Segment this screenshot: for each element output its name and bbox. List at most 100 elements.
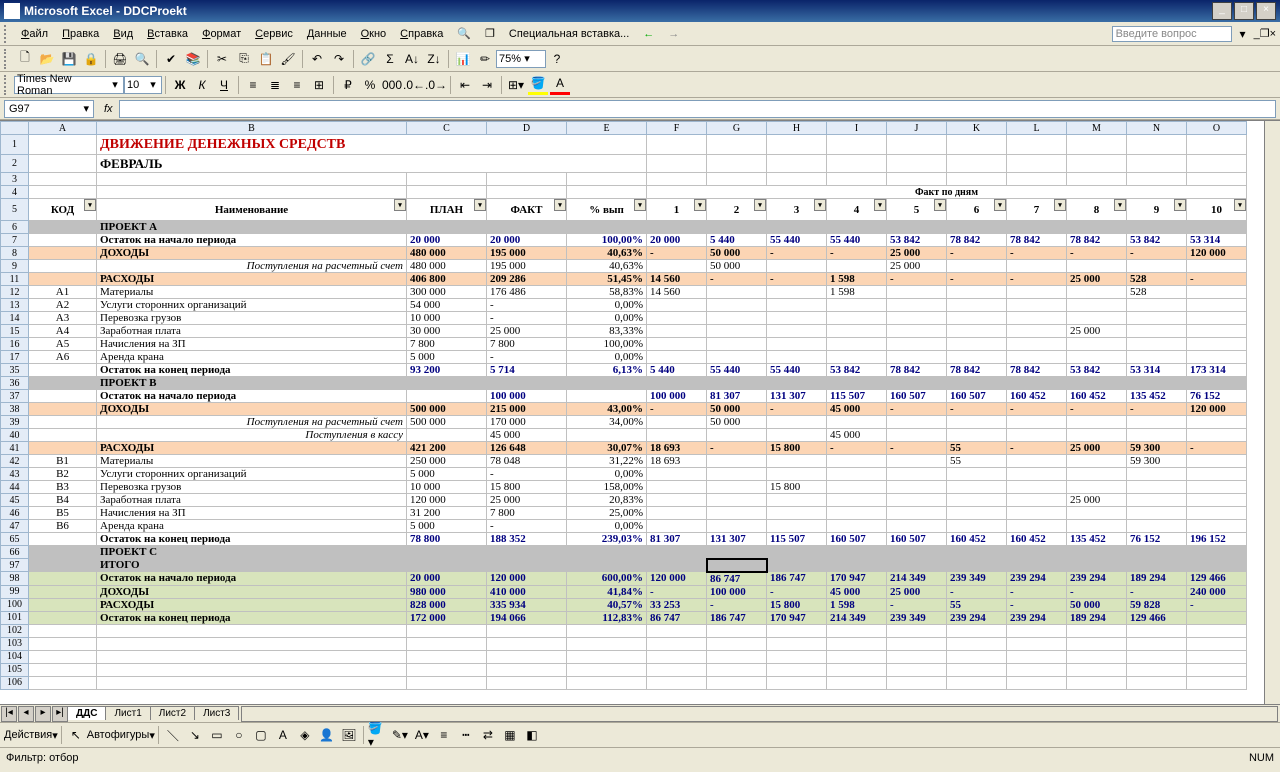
cell[interactable]: 81 307 [707, 390, 767, 403]
cell[interactable] [487, 663, 567, 676]
cell[interactable]: 239 349 [947, 572, 1007, 586]
filter-dropdown-icon[interactable]: ▾ [394, 199, 406, 211]
row-header[interactable]: 101 [1, 611, 29, 624]
cell[interactable]: 25 000 [1067, 494, 1127, 507]
filter-header-day[interactable]: 8▾ [1067, 199, 1127, 221]
cell[interactable] [647, 663, 707, 676]
cell[interactable] [29, 546, 97, 559]
cell[interactable] [707, 481, 767, 494]
cell[interactable]: 406 800 [407, 273, 487, 286]
cell[interactable]: А1 [29, 286, 97, 299]
cell[interactable] [767, 325, 827, 338]
menu-Формат[interactable]: Формат [195, 26, 248, 42]
cell[interactable]: 120 000 [487, 572, 567, 586]
sheet-tab-ДДС[interactable]: ДДС [67, 706, 106, 720]
dec-decimal-icon[interactable]: .0→ [426, 75, 446, 95]
cell[interactable]: 78 842 [1067, 234, 1127, 247]
cell[interactable] [1127, 546, 1187, 559]
cell[interactable] [707, 650, 767, 663]
row-header[interactable]: 41 [1, 442, 29, 455]
cell[interactable] [887, 520, 947, 533]
cell[interactable] [707, 325, 767, 338]
cell[interactable] [1127, 338, 1187, 351]
cell[interactable] [29, 598, 97, 611]
col-header-[interactable] [1, 122, 29, 135]
cell[interactable] [1007, 325, 1067, 338]
cell[interactable] [947, 559, 1007, 572]
maximize-button[interactable]: □ [1234, 2, 1254, 20]
cell[interactable] [707, 546, 767, 559]
cell[interactable]: Материалы [97, 286, 407, 299]
cell[interactable] [767, 624, 827, 637]
cell[interactable] [827, 650, 887, 663]
cell[interactable]: - [947, 273, 1007, 286]
col-header-I[interactable]: I [827, 122, 887, 135]
cell[interactable]: 160 507 [887, 390, 947, 403]
cell[interactable] [1187, 468, 1247, 481]
cell[interactable] [1007, 559, 1067, 572]
formula-bar[interactable] [119, 100, 1276, 118]
cell[interactable]: 86 747 [647, 611, 707, 624]
cell[interactable]: 100,00% [567, 338, 647, 351]
cell[interactable] [887, 312, 947, 325]
dash-icon[interactable]: ┅ [456, 725, 476, 745]
cell[interactable] [827, 416, 887, 429]
cell[interactable]: 78 800 [407, 533, 487, 546]
cell[interactable] [97, 650, 407, 663]
cell[interactable] [767, 286, 827, 299]
cell[interactable]: 50 000 [707, 247, 767, 260]
col-header-D[interactable]: D [487, 122, 567, 135]
menu-Окно[interactable]: Окно [354, 26, 394, 42]
cell[interactable]: 300 000 [407, 286, 487, 299]
cell[interactable] [1187, 611, 1247, 624]
cell[interactable] [947, 221, 1007, 234]
cell[interactable]: 115 507 [767, 533, 827, 546]
cell[interactable]: 41,84% [567, 585, 647, 598]
cell[interactable] [1007, 507, 1067, 520]
cell[interactable] [887, 650, 947, 663]
row-header[interactable]: 97 [1, 559, 29, 572]
cell[interactable]: 83,33% [567, 325, 647, 338]
cell[interactable] [647, 559, 707, 572]
cell[interactable] [29, 247, 97, 260]
filter-dropdown-icon[interactable]: ▾ [814, 199, 826, 211]
cell[interactable] [947, 429, 1007, 442]
cell[interactable]: 239 294 [1007, 572, 1067, 586]
cell[interactable]: 120 000 [1187, 403, 1247, 416]
cell[interactable] [767, 507, 827, 520]
cell[interactable] [407, 559, 487, 572]
cell[interactable]: 15 800 [767, 442, 827, 455]
cell[interactable]: 25 000 [487, 325, 567, 338]
cell[interactable] [647, 676, 707, 689]
cell[interactable] [29, 676, 97, 689]
cell[interactable] [887, 325, 947, 338]
cell[interactable] [1007, 312, 1067, 325]
cell[interactable] [487, 624, 567, 637]
cell[interactable]: ПРОЕКТ В [97, 377, 407, 390]
underline-icon[interactable]: Ч [214, 75, 234, 95]
doc-restore-button[interactable]: ❐ [1260, 27, 1270, 40]
cell[interactable] [707, 676, 767, 689]
cell[interactable] [29, 650, 97, 663]
cell[interactable]: 53 314 [1127, 364, 1187, 377]
cell[interactable] [487, 676, 567, 689]
cell[interactable] [1127, 312, 1187, 325]
cell[interactable]: ПРОЕКТ С [97, 546, 407, 559]
cell[interactable] [1067, 637, 1127, 650]
row-header[interactable]: 11 [1, 273, 29, 286]
cell[interactable]: 5 000 [407, 520, 487, 533]
cell[interactable]: 188 352 [487, 533, 567, 546]
cell[interactable] [1007, 676, 1067, 689]
cell[interactable] [1067, 455, 1127, 468]
cell[interactable] [947, 663, 1007, 676]
cell[interactable] [647, 546, 707, 559]
cell[interactable] [1067, 676, 1127, 689]
tab-nav-prev[interactable]: ◂ [18, 706, 34, 722]
cell[interactable] [827, 507, 887, 520]
cell[interactable]: Заработная плата [97, 325, 407, 338]
cell[interactable] [827, 494, 887, 507]
cell[interactable]: 0,00% [567, 312, 647, 325]
merge-icon[interactable]: ⊞ [309, 75, 329, 95]
cell[interactable]: - [647, 403, 707, 416]
align-left-icon[interactable]: ≡ [243, 75, 263, 95]
